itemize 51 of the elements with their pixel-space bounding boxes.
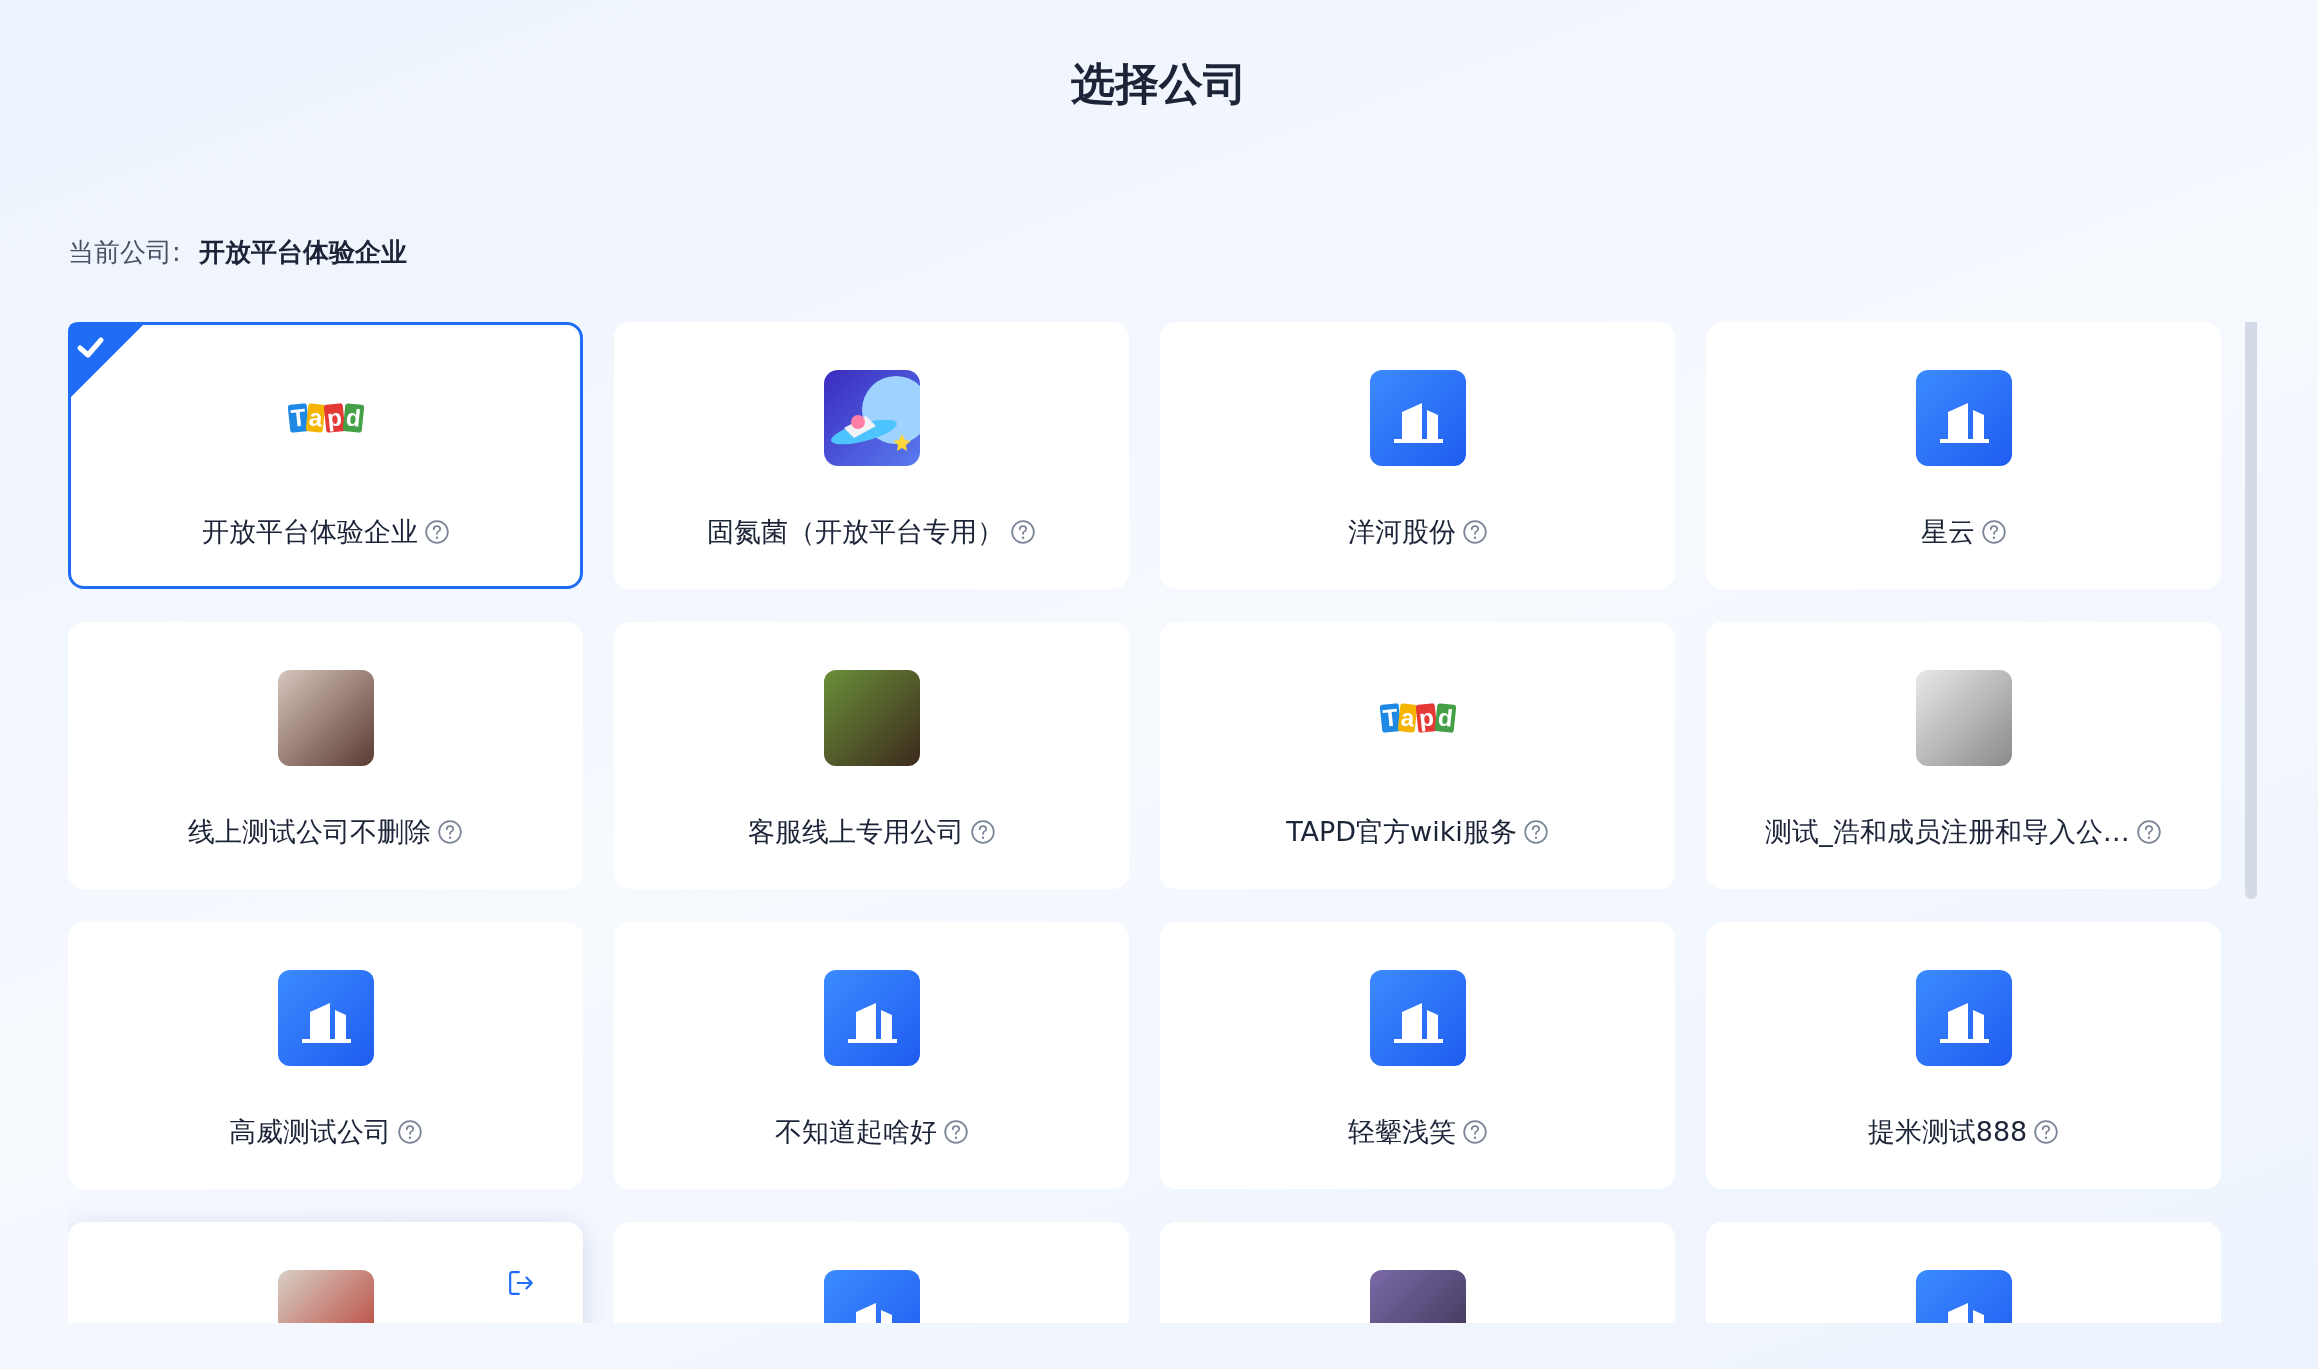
company-name: 开放平台体验企业: [201, 515, 418, 549]
company-name: 星云: [1920, 515, 1975, 549]
tapd-logo: Tapd: [288, 404, 363, 432]
company-card[interactable]: 轻颦浅笑: [1160, 922, 1675, 1189]
company-name: TAPD官方wiki服务: [1286, 815, 1517, 849]
current-company-label: 当前公司:: [68, 235, 181, 269]
company-card[interactable]: 线上测试公司不删除: [68, 622, 583, 889]
help-icon[interactable]: [1522, 819, 1549, 845]
company-name: 客服线上专用公司: [747, 815, 964, 849]
help-icon[interactable]: [423, 519, 450, 545]
company-name: 轻颦浅笑: [1347, 1115, 1456, 1149]
page-title: 选择公司: [1070, 57, 1248, 111]
company-name: 洋河股份: [1347, 515, 1456, 549]
company-card[interactable]: 测试_浩和成员注册和导入公…: [1706, 622, 2221, 889]
selected-check-icon: [68, 322, 146, 400]
company-card[interactable]: Tapd TAPD官方wiki服务: [1160, 622, 1675, 889]
help-icon[interactable]: [396, 1119, 423, 1145]
current-company-name: 开放平台体验企业: [198, 235, 407, 269]
tapd-logo: Tapd: [1380, 704, 1455, 732]
company-card[interactable]: 星云: [1706, 322, 2221, 589]
help-icon[interactable]: [1010, 519, 1036, 545]
scrollbar-thumb[interactable]: [2245, 322, 2257, 899]
company-name: 不知道起啥好: [774, 1115, 937, 1149]
help-icon[interactable]: [969, 819, 996, 845]
exit-icon: [508, 1270, 534, 1296]
company-card[interactable]: 客服线上专用公司: [614, 622, 1129, 889]
help-icon[interactable]: [1980, 519, 2007, 545]
help-icon[interactable]: [2033, 1119, 2060, 1145]
company-card[interactable]: 高威测试公司: [68, 922, 583, 1189]
company-name: 高威测试公司: [228, 1115, 391, 1149]
building-icon: [1915, 970, 2012, 1066]
company-name: 提米测试888: [1867, 1115, 2028, 1149]
building-icon: [823, 970, 920, 1066]
help-icon[interactable]: [1461, 1119, 1488, 1145]
building-icon: [1369, 370, 1466, 466]
help-icon[interactable]: [1461, 519, 1488, 545]
company-name: 测试_浩和成员注册和导入公…: [1765, 815, 2130, 849]
company-card[interactable]: 提米测试888: [1706, 922, 2221, 1189]
company-name: 固氮菌（开放平台专用）: [707, 515, 1004, 549]
company-card[interactable]: 不知道起啥好: [614, 922, 1129, 1189]
company-name: 线上测试公司不删除: [188, 815, 431, 849]
building-icon: [1369, 970, 1466, 1066]
help-icon[interactable]: [2135, 819, 2162, 845]
building-icon: [277, 970, 374, 1066]
building-icon: [1915, 370, 2012, 466]
help-icon[interactable]: [942, 1119, 969, 1145]
planet-artwork-icon: [823, 370, 920, 466]
company-card[interactable]: Tapd 开放平台体验企业: [68, 322, 583, 589]
company-card[interactable]: 洋河股份: [1160, 322, 1675, 589]
company-card[interactable]: 固氮菌（开放平台专用）: [614, 322, 1129, 589]
help-icon[interactable]: [437, 819, 463, 845]
